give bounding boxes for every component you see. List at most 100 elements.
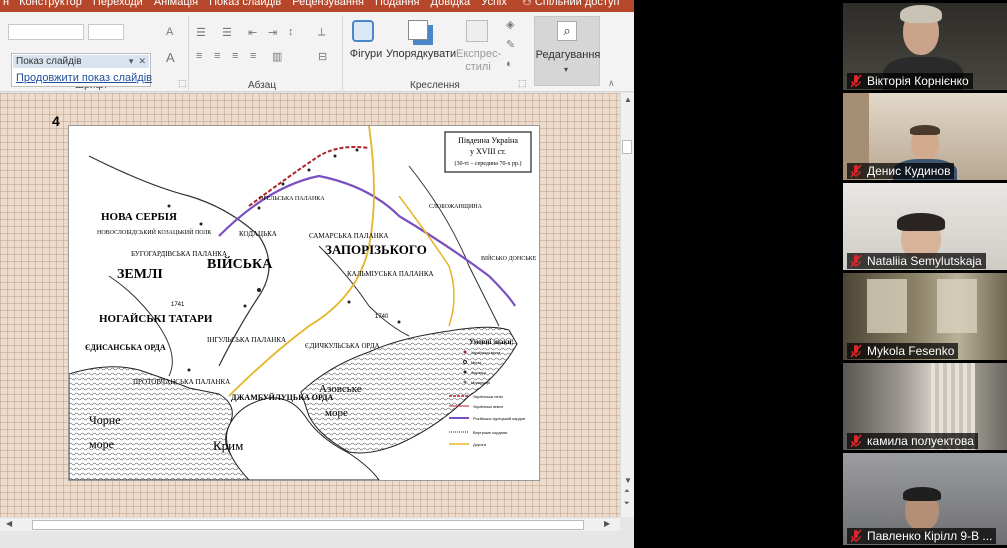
- tab-transitions[interactable]: Переходи: [89, 0, 147, 8]
- slide-canvas[interactable]: 4 Південна Україна у XVIII ст. (30-ті – …: [0, 93, 620, 517]
- person-hair: [903, 487, 941, 501]
- align-text-icon[interactable]: ⊟: [318, 50, 327, 63]
- tab-review[interactable]: Рецензування: [288, 0, 368, 8]
- font-size-combo[interactable]: [88, 24, 124, 40]
- svg-text:Українська лінія: Українська лінія: [473, 394, 503, 399]
- map-year-label: 1740: [375, 314, 389, 320]
- participant-tile[interactable]: Mykola Fesenko: [843, 273, 1007, 360]
- shared-powerpoint-window: н Конструктор Переходи Анімація Показ сл…: [0, 0, 634, 548]
- vertical-scrollbar[interactable]: ▲ ▼ ⏶ ⏷: [620, 93, 634, 517]
- shape-outline-icon[interactable]: ✎: [506, 38, 515, 51]
- participant-name-label: камила полуектова: [847, 433, 978, 449]
- close-icon[interactable]: ✕: [138, 56, 146, 66]
- map-region-label: КОДАЦЬКА: [239, 230, 277, 238]
- shape-fill-icon[interactable]: ◈: [506, 18, 514, 31]
- indent-increase-icon[interactable]: ⇥: [268, 26, 277, 39]
- map-region-label: НОВОСЛОБІДСЬКИЙ КОЗАЦЬКИЙ ПОЛК: [97, 228, 212, 236]
- participant-tile[interactable]: Вікторія Корнієнко: [843, 3, 1007, 90]
- arrange-button[interactable]: Упорядкувати: [386, 16, 456, 76]
- prev-slide-icon[interactable]: ⏶: [624, 488, 630, 496]
- participant-name-label: Вікторія Корнієнко: [847, 73, 973, 89]
- tab-help[interactable]: Довідка: [427, 0, 475, 8]
- justify-icon[interactable]: ≡: [250, 50, 256, 62]
- map-region-label: ЗЕМЛІ: [117, 267, 163, 282]
- map-region-label: ЗАПОРІЗЬКОГО: [325, 242, 427, 257]
- person-hair: [900, 5, 942, 23]
- shapes-button[interactable]: Фігури: [348, 16, 384, 76]
- map-region-label: НОВА СЕРБІЯ: [101, 211, 177, 223]
- paragraph-group-label: Абзац: [248, 80, 277, 91]
- vertical-scroll-thumb[interactable]: [622, 140, 632, 154]
- ribbon: A A Шрифт ⬚ ☰ ☰ ⇤ ⇥ ↕ ⟂ ≡ ≡ ≡ ≡ ▥ ⊟ Абза…: [0, 12, 634, 92]
- tab-view[interactable]: Подання: [371, 0, 423, 8]
- participant-name-label: Павленко Кірілл 9-В ...: [847, 528, 997, 544]
- sea-label: Чорне: [89, 413, 121, 427]
- font-color-icon[interactable]: A: [166, 26, 173, 38]
- map-region-label: КАЛЬМІУСЬКА ПАЛАНКА: [347, 270, 434, 278]
- scroll-right-icon[interactable]: ▶: [604, 519, 610, 528]
- historical-map: Південна Україна у XVIII ст. (30-ті – се…: [68, 125, 537, 481]
- clear-format-icon[interactable]: A: [166, 50, 175, 65]
- collapse-ribbon-icon[interactable]: ∧: [608, 78, 615, 89]
- svg-text:Міста: Міста: [471, 360, 482, 365]
- legend-title: Умовні знаки:: [469, 338, 514, 346]
- muted-mic-icon: [850, 74, 862, 88]
- tab-slideshow[interactable]: Показ слайдів: [205, 0, 285, 8]
- numbering-icon[interactable]: ☰: [222, 26, 232, 39]
- participant-tile[interactable]: Павленко Кірілл 9-В ...: [843, 453, 1007, 545]
- app-window: н Конструктор Переходи Анімація Показ сл…: [0, 0, 1007, 548]
- dialog-launcher-icon[interactable]: ⬚: [178, 78, 187, 89]
- tab-animations[interactable]: Анімація: [150, 0, 202, 8]
- muted-mic-icon: [850, 529, 862, 543]
- road-yellow-2: [398, 195, 455, 327]
- share-button[interactable]: ⚇ Спільний доступ: [522, 0, 620, 8]
- shape-effects-icon[interactable]: ◐: [506, 58, 513, 70]
- quick-styles-button[interactable]: Експрес-стилі: [456, 16, 501, 78]
- editing-button[interactable]: ⌕ Редагування ▾: [534, 16, 600, 86]
- map-region-label: ІНГУЛЬСЬКА ПАЛАНКА: [207, 336, 286, 344]
- scroll-up-icon[interactable]: ▲: [624, 95, 632, 104]
- participant-name-label: Денис Кудинов: [847, 163, 955, 179]
- map-year-label: 1741: [171, 302, 185, 308]
- svg-text:Українські землі: Українські землі: [473, 404, 503, 409]
- text-direction-icon[interactable]: ⟂: [318, 26, 325, 39]
- map-region-label: НОГАЙСЬКІ ТАТАРИ: [99, 313, 213, 325]
- map-title-line2: у XVIII ст.: [470, 147, 506, 156]
- slideshow-floating-toolbar: Показ слайдів ▾ ✕ Продовжити показ слайд…: [11, 53, 152, 87]
- sea-label: море: [89, 437, 114, 451]
- shapes-icon: [352, 20, 374, 42]
- arrange-icon: [408, 20, 428, 40]
- next-slide-icon[interactable]: ⏷: [624, 500, 630, 508]
- sea-label: море: [325, 407, 348, 419]
- separator: [342, 16, 343, 90]
- person-share-icon: ⚇: [522, 0, 535, 8]
- tab-design[interactable]: Конструктор: [15, 0, 86, 8]
- scroll-left-icon[interactable]: ◀: [6, 519, 12, 528]
- font-name-combo[interactable]: [8, 24, 84, 40]
- person-hair: [897, 213, 945, 231]
- columns-icon[interactable]: ▥: [272, 50, 282, 63]
- align-right-icon[interactable]: ≡: [232, 50, 238, 62]
- status-bar: [0, 531, 634, 548]
- participant-tile[interactable]: Nataliia Semylutskaja: [843, 183, 1007, 270]
- line-spacing-icon[interactable]: ↕: [288, 26, 294, 38]
- tab-success[interactable]: Успіх: [477, 0, 511, 8]
- sea-label: Азовське: [319, 383, 362, 395]
- tab-left-edge[interactable]: н: [0, 0, 12, 8]
- participant-tile[interactable]: Денис Кудинов: [843, 93, 1007, 180]
- map-region-label: ПРОТОВЧАНСЬКА ПАЛАНКА: [133, 378, 230, 386]
- align-left-icon[interactable]: ≡: [196, 50, 202, 62]
- participant-tile[interactable]: камила полуектова: [843, 363, 1007, 450]
- indent-decrease-icon[interactable]: ⇤: [248, 26, 257, 39]
- chevron-down-icon[interactable]: ▾: [129, 56, 134, 66]
- map-region-label: ЄДИЧКУЛЬСЬКА ОРДА: [305, 342, 380, 350]
- map-image: Південна Україна у XVIII ст. (30-ті – се…: [68, 125, 540, 481]
- dialog-launcher-icon[interactable]: ⬚: [518, 78, 527, 89]
- slide-number: 4: [52, 113, 60, 129]
- resume-slideshow-link[interactable]: Продовжити показ слайдів: [16, 72, 152, 84]
- horizontal-scroll-thumb[interactable]: [32, 520, 584, 530]
- scroll-down-icon[interactable]: ▼: [624, 476, 632, 485]
- svg-text:Монастирі: Монастирі: [471, 380, 490, 385]
- bullets-icon[interactable]: ☰: [196, 26, 206, 39]
- align-center-icon[interactable]: ≡: [214, 50, 220, 62]
